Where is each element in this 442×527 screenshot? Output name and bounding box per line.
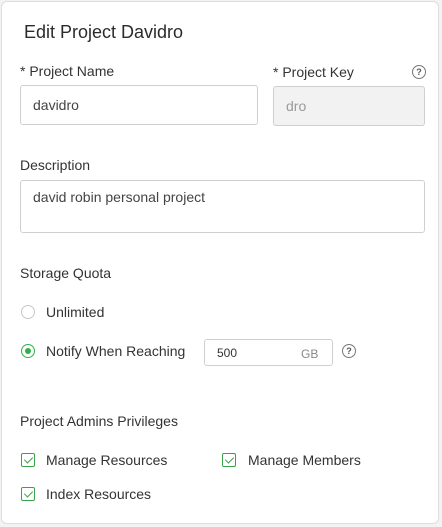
manage-resources-checkbox[interactable] — [21, 453, 35, 467]
manage-members-label[interactable]: Manage Members — [248, 452, 361, 468]
description-label: Description — [20, 157, 91, 173]
project-name-value: davidro — [33, 97, 79, 113]
project-name-input[interactable]: davidro — [20, 85, 258, 125]
quota-value: 500 — [217, 346, 238, 360]
notify-label[interactable]: Notify When Reaching — [46, 343, 185, 359]
project-key-input: dro — [273, 86, 425, 126]
description-value: david robin personal project — [33, 189, 205, 205]
quota-help-icon[interactable]: ? — [342, 344, 356, 358]
project-key-value: dro — [286, 98, 307, 114]
manage-members-checkbox[interactable] — [222, 453, 236, 467]
index-resources-label[interactable]: Index Resources — [46, 486, 151, 502]
unlimited-label[interactable]: Unlimited — [46, 304, 104, 320]
edit-project-dialog: Edit Project Davidro * Project Name davi… — [1, 1, 439, 524]
privileges-label: Project Admins Privileges — [20, 413, 178, 429]
storage-quota-label: Storage Quota — [20, 265, 112, 281]
project-key-label: * Project Key — [273, 64, 354, 80]
quota-unit: GB — [301, 347, 319, 361]
project-name-label: * Project Name — [20, 63, 115, 79]
quota-input[interactable]: 500 GB — [204, 339, 333, 366]
manage-resources-label[interactable]: Manage Resources — [46, 452, 167, 468]
dialog-title: Edit Project Davidro — [24, 22, 184, 42]
unlimited-radio[interactable] — [21, 305, 35, 319]
index-resources-checkbox[interactable] — [21, 487, 35, 501]
notify-radio[interactable] — [21, 344, 35, 358]
project-key-help-icon[interactable]: ? — [412, 65, 426, 79]
description-textarea[interactable]: david robin personal project — [20, 180, 425, 233]
